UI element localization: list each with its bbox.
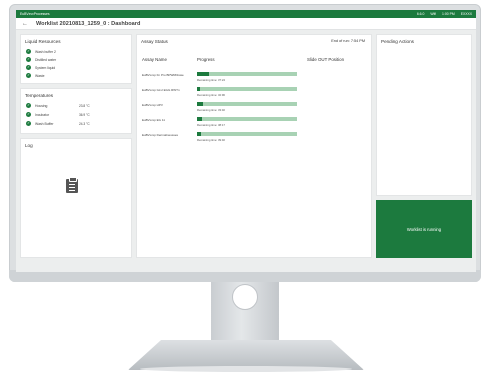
temperatures-title: Temperatures xyxy=(25,93,54,98)
progress-bar xyxy=(197,132,297,136)
app-screen: EuBVxvxProcesses 6.6.0 Wifi 1:00 PM EXXX… xyxy=(16,10,476,272)
progress-fill xyxy=(197,102,203,106)
clipboard-icon xyxy=(66,177,78,193)
assay-status-title: Assay Status xyxy=(141,39,168,44)
monitor-base-shadow xyxy=(140,366,352,372)
log-title: Log xyxy=(25,143,33,148)
assay-name: EuBVxvxp GLU EGG RWTn xyxy=(142,88,180,92)
list-item: ✓ Incubator xyxy=(26,112,50,117)
log-panel: Log xyxy=(20,138,132,258)
temperature-value: 36.9 °C xyxy=(79,113,90,117)
progress-bar xyxy=(197,117,297,121)
assay-status-panel: Assay Status End of run: 7:54 PM Assay N… xyxy=(136,34,372,258)
monitor-stand-hole xyxy=(232,284,258,310)
temperatures-panel: Temperatures ✓ Housing 23.8 °C ✓ Incubator… xyxy=(20,88,132,134)
check-icon: ✓ xyxy=(26,49,31,54)
assay-name: EuBVxvxp HPV xyxy=(142,103,163,107)
worklist-running-banner: Worklist is running xyxy=(376,200,472,258)
pending-actions-title: Pending Actions xyxy=(381,39,414,44)
progress-fill xyxy=(197,132,201,136)
app-name: EuBVxvxProcesses xyxy=(20,12,50,16)
running-text: Worklist is running xyxy=(406,226,442,232)
list-item: ✓ Wash buffer 2 xyxy=(26,49,56,54)
temperature-value: 23.8 °C xyxy=(79,104,90,108)
pending-actions-panel: Pending Actions xyxy=(376,34,472,196)
arrow-left-icon[interactable]: ← xyxy=(22,18,28,30)
status-time: 1:00 PM xyxy=(442,12,455,16)
page-title: Worklist 20210813_1259_0 : Dashboard xyxy=(36,21,141,27)
status-version: 6.6.0 xyxy=(416,12,425,16)
column-progress: Progress xyxy=(197,57,215,62)
list-item: ✓ Distilled water xyxy=(26,57,57,62)
column-slide-out: Slide OUT Position xyxy=(307,57,345,62)
status-wifi: Wifi xyxy=(430,12,437,16)
liquid-resources-title: Liquid Resources xyxy=(25,39,61,44)
temperature-value: 24.3 °C xyxy=(79,122,90,126)
assay-name: EuBVxvxp Fn Pro BPWRDiswe xyxy=(142,73,184,77)
check-icon: ✓ xyxy=(26,73,31,78)
monitor-scene: EuBVxvxProcesses 6.6.0 Wifi 1:00 PM EXXX… xyxy=(0,0,492,379)
remaining-time: Remaining time: 33:40 xyxy=(197,108,225,112)
check-icon: ✓ xyxy=(26,65,31,70)
list-item: ✓ Waste xyxy=(26,73,45,78)
check-icon: ✓ xyxy=(26,121,31,126)
end-of-run: End of run: 7:54 PM xyxy=(331,39,365,43)
title-bar: ← Worklist 20210813_1259_0 : Dashboard xyxy=(16,18,476,30)
list-item: ✓ Wash Buffer xyxy=(26,121,54,126)
progress-fill xyxy=(197,72,209,76)
liquid-resources-panel: Liquid Resources ✓ Wash buffer 2 ✓ Distill… xyxy=(20,34,132,84)
assay-name: EuBVxvxp Dermalinessses xyxy=(142,133,179,137)
progress-fill xyxy=(197,87,200,91)
remaining-time: Remaining time: 38:17 xyxy=(197,123,225,127)
check-icon: ✓ xyxy=(26,103,31,108)
progress-bar xyxy=(197,87,297,91)
check-icon: ✓ xyxy=(26,57,31,62)
list-item: ✓ System liquid xyxy=(26,65,56,70)
status-area: 6.6.0 Wifi 1:00 PM EXXXX xyxy=(417,10,472,18)
column-assay-name: Assay Name xyxy=(142,57,167,62)
remaining-time: Remaining time: 39:40 xyxy=(197,138,225,142)
list-item: ✓ Housing xyxy=(26,103,48,108)
progress-bar xyxy=(197,72,297,76)
brand-logo: EXXXX xyxy=(460,12,472,16)
remaining-time: Remaining time: 32:96 xyxy=(197,93,225,97)
progress-bar xyxy=(197,102,297,106)
check-icon: ✓ xyxy=(26,112,31,117)
progress-fill xyxy=(197,117,202,121)
system-topbar: EuBVxvxProcesses 6.6.0 Wifi 1:00 PM EXXX… xyxy=(16,10,476,18)
remaining-time: Remaining time: 37:24 xyxy=(197,78,225,82)
assay-name: EuBVxvxp EG 11 xyxy=(142,118,165,122)
